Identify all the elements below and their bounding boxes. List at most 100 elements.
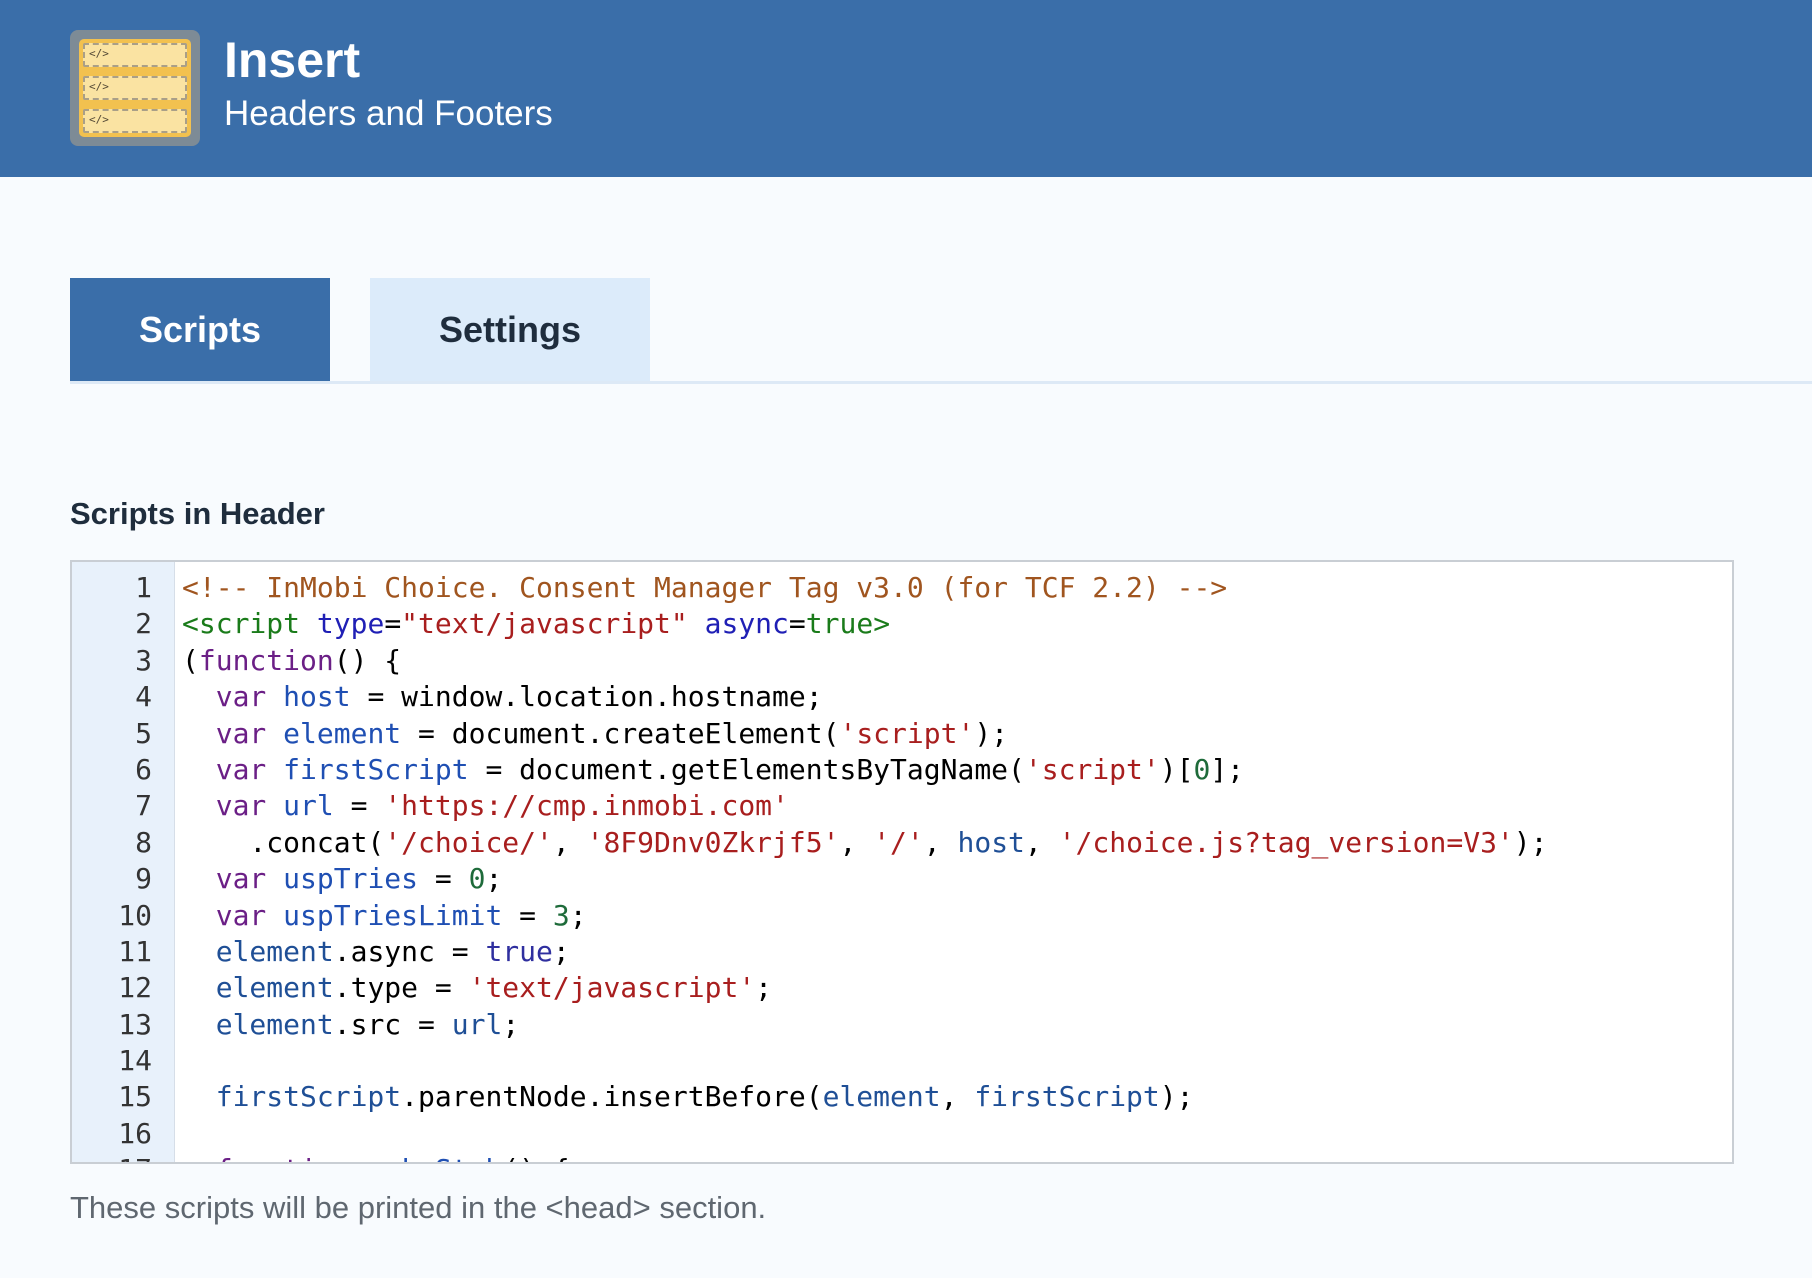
code-line[interactable]: 4 var host = window.location.hostname; (72, 679, 1732, 715)
code-text: function makeStub() { (182, 1152, 570, 1162)
code-token: element (215, 1007, 334, 1041)
line-number: 16 (118, 1116, 152, 1150)
line-number: 9 (135, 862, 152, 896)
code-token: ; (755, 971, 773, 1005)
code-token: ); (1513, 825, 1548, 859)
code-token: element (215, 971, 334, 1005)
line-number: 13 (118, 1007, 152, 1041)
code-token: ; (485, 862, 503, 896)
code-token: '/' (873, 825, 924, 859)
code-text: var uspTriesLimit = 3; (182, 898, 587, 934)
logo-code-glyph: </> (89, 47, 109, 60)
code-text: var uspTries = 0; (182, 861, 503, 897)
code-token: () { (333, 643, 402, 677)
code-token: type (316, 607, 385, 641)
code-line[interactable]: 8 .concat('/choice/', '8F9Dnv0Zkrjf5', '… (72, 825, 1732, 861)
line-number: 12 (118, 971, 152, 1005)
logo-code-row: </> (83, 109, 187, 133)
code-token: firstScript (215, 1080, 402, 1114)
code-token: , (923, 825, 958, 859)
code-token: host (957, 825, 1025, 859)
code-line[interactable]: 12 element.type = 'text/javascript'; (72, 970, 1732, 1006)
code-token: var (215, 752, 267, 786)
code-text: var element = document.createElement('sc… (182, 716, 1008, 752)
code-line[interactable]: 1 <!-- InMobi Choice. Consent Manager Tag… (72, 570, 1732, 606)
code-token: ; (569, 898, 587, 932)
code-token: 3 (552, 898, 570, 932)
logo-code-row: </> (83, 43, 187, 67)
line-number: 4 (135, 680, 152, 714)
logo-code-glyph: </> (89, 113, 109, 126)
code-token: '8F9Dnv0Zkrjf5' (586, 825, 840, 859)
code-blocks-icon: </> </> </> (79, 39, 191, 137)
code-token: , (940, 1080, 975, 1114)
code-line[interactable]: 15 firstScript.parentNode.insertBefore(e… (72, 1079, 1732, 1115)
code-line[interactable]: 2 <script type="text/javascript" async=tr… (72, 606, 1732, 642)
code-token: var (215, 680, 267, 714)
code-token: ]; (1210, 752, 1245, 786)
code-line[interactable]: 14 (72, 1043, 1732, 1079)
code-text: (function() { (182, 643, 401, 679)
code-text: var host = window.location.hostname; (182, 679, 823, 715)
line-number: 1 (135, 571, 152, 604)
code-line[interactable]: 6 var firstScript = document.getElements… (72, 752, 1732, 788)
code-token: element (283, 716, 402, 750)
code-line[interactable]: 7 var url = 'https://cmp.inmobi.com' (72, 788, 1732, 824)
tab-settings[interactable]: Settings (370, 278, 650, 382)
code-text: firstScript.parentNode.insertBefore(elem… (182, 1079, 1194, 1115)
code-token: element (215, 934, 334, 968)
line-number: 11 (118, 934, 152, 968)
line-number: 7 (135, 789, 152, 823)
code-text: <script type="text/javascript" async=tru… (182, 606, 890, 642)
code-text: var url = 'https://cmp.inmobi.com' (182, 788, 789, 824)
code-text: element.type = 'text/javascript'; (182, 970, 772, 1006)
code-token: , (1024, 825, 1059, 859)
plugin-title: Insert (224, 32, 361, 88)
code-token: firstScript (974, 1080, 1160, 1114)
plugin-header: </> </> </> Insert Headers and Footers (0, 0, 1812, 177)
line-number: 5 (135, 716, 152, 750)
code-token: "text/javascript" (401, 607, 688, 641)
code-token: 0 (468, 862, 486, 896)
code-token: = (418, 862, 469, 896)
code-token: var (215, 862, 267, 896)
code-token: url (283, 789, 334, 823)
code-token: ( (182, 643, 199, 677)
code-line[interactable]: 5 var element = document.createElement('… (72, 716, 1732, 752)
code-token: async (704, 607, 789, 641)
code-token: '/choice.js?tag_version=V3' (1058, 825, 1514, 859)
code-editor[interactable]: 1 <!-- InMobi Choice. Consent Manager Tag… (70, 560, 1734, 1164)
code-line[interactable]: 10 var uspTriesLimit = 3; (72, 898, 1732, 934)
code-token: 'https://cmp.inmobi.com' (384, 789, 789, 823)
code-token: var (215, 898, 267, 932)
code-content[interactable]: 1 <!-- InMobi Choice. Consent Manager Tag… (72, 570, 1732, 1162)
code-token: ; (502, 1007, 520, 1041)
code-token: true> (805, 607, 891, 641)
code-text: var firstScript = document.getElementsBy… (182, 752, 1244, 788)
code-token: function (198, 643, 334, 677)
code-line[interactable]: 17 function makeStub() { (72, 1152, 1732, 1162)
code-text: element.src = url; (182, 1007, 519, 1043)
code-line[interactable]: 13 element.src = url; (72, 1007, 1732, 1043)
code-line[interactable]: 3 (function() { (72, 643, 1732, 679)
code-token: , (839, 825, 874, 859)
code-token: = (333, 789, 385, 823)
code-token: uspTriesLimit (283, 898, 503, 932)
code-text: <!-- InMobi Choice. Consent Manager Tag … (182, 570, 1227, 606)
code-token: , (552, 825, 587, 859)
code-line[interactable]: 11 element.async = true; (72, 934, 1732, 970)
code-line[interactable]: 16 (72, 1116, 1732, 1152)
code-token: = (788, 607, 806, 641)
code-text: element.async = true; (182, 934, 570, 970)
code-line[interactable]: 9 var uspTries = 0; (72, 861, 1732, 897)
code-token: 'text/javascript' (468, 971, 756, 1005)
code-token: () { (502, 1153, 569, 1162)
tab-scripts[interactable]: Scripts (70, 278, 330, 382)
